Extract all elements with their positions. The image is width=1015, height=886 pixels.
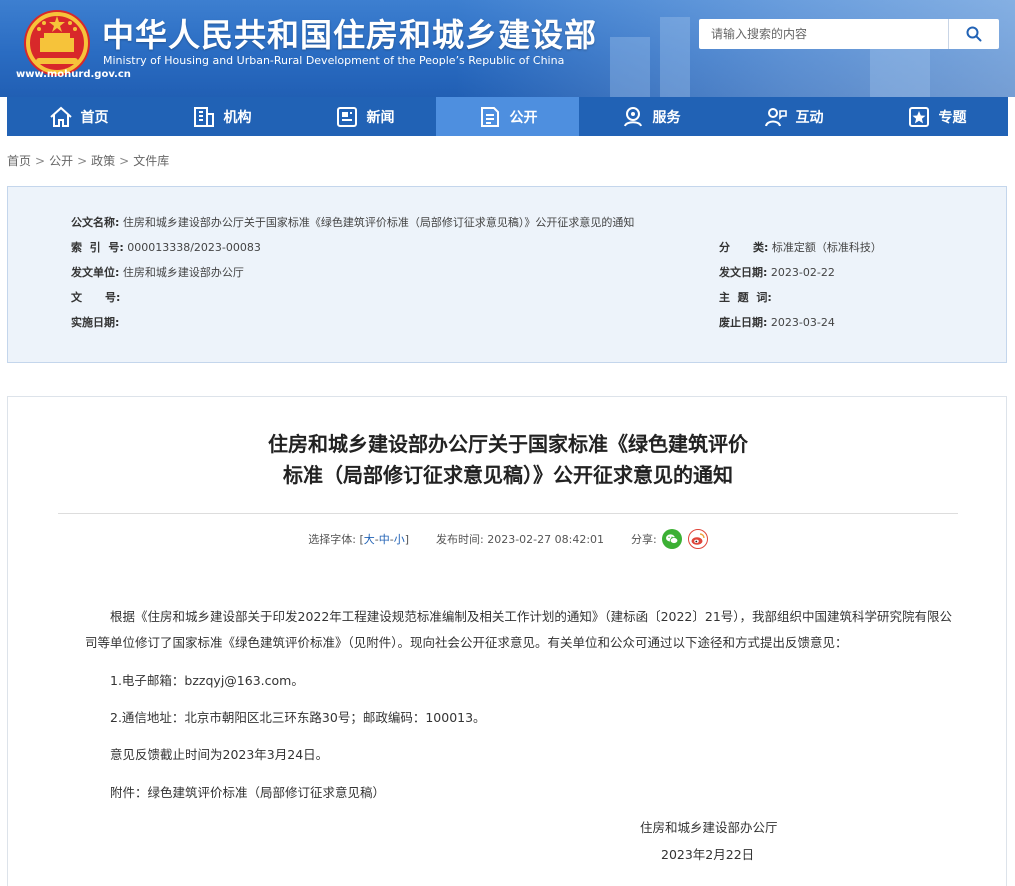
info-issuer: 发文单位: 住房和城乡建设部办公厅: [71, 264, 244, 280]
nav-item-news[interactable]: 新闻: [293, 97, 436, 136]
national-emblem-icon: [24, 10, 90, 76]
building-icon: [193, 106, 214, 127]
article-container: 住房和城乡建设部办公厅关于国家标准《绿色建筑评价 标准（局部修订征求意见稿）》公…: [7, 396, 1007, 886]
main-nav: 首页 机构 新闻 公开 服务 互动 专题: [7, 97, 1008, 136]
article-meta: 选择字体: [大-中-小] 发布时间: 2023-02-27 08:42:01 …: [8, 529, 1008, 550]
nav-item-topic[interactable]: 专题: [865, 97, 1008, 136]
nav-label: 新闻: [366, 109, 395, 126]
nav-item-home[interactable]: 首页: [7, 97, 150, 136]
info-doc-name: 公文名称: 住房和城乡建设部办公厅关于国家标准《绿色建筑评价标准（局部修订征求意…: [71, 214, 634, 230]
interaction-icon: [764, 107, 787, 126]
breadcrumb-separator: >: [35, 154, 46, 168]
contact-email: 1.电子邮箱：bzzqyj@163.com。: [110, 673, 304, 688]
contact-address: 2.通信地址：北京市朝阳区北三环东路30号；邮政编码：100013。: [110, 710, 486, 725]
nav-label: 首页: [80, 109, 109, 126]
weibo-icon: [691, 533, 705, 545]
publish-time-label: 发布时间:: [436, 533, 484, 546]
title-divider: [58, 513, 958, 514]
font-size-small-link[interactable]: 小: [394, 533, 405, 546]
info-label: 文 号:: [71, 291, 121, 304]
info-label: 废止日期:: [719, 316, 768, 329]
font-size-large-link[interactable]: 大: [364, 533, 375, 546]
breadcrumb-disclosure[interactable]: 公开: [49, 154, 73, 168]
nav-label: 机构: [223, 109, 252, 126]
nav-item-interaction[interactable]: 互动: [722, 97, 865, 136]
info-effective-date: 实施日期:: [71, 314, 119, 330]
breadcrumb-separator: >: [77, 154, 88, 168]
site-header: 中华人民共和国住房和城乡建设部 Ministry of Housing and …: [0, 0, 1015, 97]
font-size-selector: [大-中-小]: [359, 533, 412, 546]
info-expire-date: 废止日期: 2023-03-24: [719, 314, 835, 330]
document-info-box: 公文名称: 住房和城乡建设部办公厅关于国家标准《绿色建筑评价标准（局部修订征求意…: [7, 186, 1007, 363]
article-title-line: 标准（局部修订征求意见稿）》公开征求意见的通知: [283, 463, 733, 487]
publish-time: 2023-02-27 08:42:01: [487, 533, 605, 546]
building-decoration: [660, 17, 690, 97]
weibo-share-icon[interactable]: [687, 529, 708, 549]
breadcrumb-file-library[interactable]: 文件库: [133, 154, 169, 168]
signature: 住房和城乡建设部办公厅: [640, 820, 778, 835]
building-decoration: [870, 47, 930, 97]
search-input[interactable]: [699, 19, 947, 49]
site-title: 中华人民共和国住房和城乡建设部: [102, 16, 598, 54]
nav-item-organization[interactable]: 机构: [150, 97, 293, 136]
search-box: [699, 19, 999, 49]
breadcrumb-policy[interactable]: 政策: [91, 154, 115, 168]
article-title: 住房和城乡建设部办公厅关于国家标准《绿色建筑评价 标准（局部修订征求意见稿）》公…: [8, 429, 1008, 491]
search-icon: [966, 26, 982, 42]
nav-label: 专题: [938, 109, 967, 126]
info-category: 分 类: 标准定额（标准科技）: [719, 239, 882, 255]
nav-label: 互动: [795, 109, 824, 126]
sign-date: 2023年2月22日: [661, 847, 755, 862]
attachment-link[interactable]: 绿色建筑评价标准（局部修订征求意见稿）: [148, 785, 386, 800]
feedback-deadline: 意见反馈截止时间为2023年3月24日。: [110, 747, 329, 762]
home-icon: [49, 106, 72, 127]
paragraph-intro: 根据《住房和城乡建设部关于印发2022年工程建设规范标准编制及相关工作计划的通知…: [85, 609, 953, 650]
info-value: 标准定额（标准科技）: [771, 241, 882, 254]
topic-icon: [908, 106, 929, 127]
nav-label: 服务: [652, 109, 681, 126]
info-index: 索 引 号: 000013338/2023-00083: [71, 239, 261, 255]
share-label: 分享:: [631, 533, 657, 546]
font-size-label: 选择字体:: [308, 533, 356, 546]
building-decoration: [610, 37, 650, 97]
news-icon: [336, 106, 357, 127]
service-icon: [623, 106, 642, 126]
bracket: ]: [404, 533, 409, 546]
info-label: 索 引 号:: [71, 241, 124, 254]
site-url: www.mohurd.gov.cn: [16, 69, 131, 80]
wechat-share-icon[interactable]: [662, 529, 683, 549]
info-value: 2023-03-24: [770, 316, 835, 329]
attachment-line: 附件：绿色建筑评价标准（局部修订征求意见稿）: [85, 780, 955, 806]
info-label: 发文单位:: [71, 266, 120, 279]
breadcrumb-separator: >: [119, 154, 130, 168]
attachment-label: 附件：: [110, 785, 148, 800]
disclosure-icon: [480, 106, 499, 127]
info-value: 000013338/2023-00083: [127, 241, 261, 254]
info-value: 2023-02-22: [770, 266, 835, 279]
search-button[interactable]: [948, 19, 999, 49]
wechat-icon: [666, 534, 679, 544]
site-subtitle: Ministry of Housing and Urban-Rural Deve…: [103, 54, 565, 67]
info-label: 主 题 词:: [719, 291, 772, 304]
info-label: 发文日期:: [719, 266, 768, 279]
nav-item-disclosure[interactable]: 公开: [436, 97, 579, 136]
info-value: 住房和城乡建设部办公厅: [122, 266, 244, 279]
info-subject: 主 题 词:: [719, 289, 772, 305]
nav-label: 公开: [509, 109, 538, 126]
font-size-medium-link[interactable]: 中: [379, 533, 390, 546]
breadcrumb: 首页 > 公开 > 政策 > 文件库: [7, 152, 169, 169]
info-label: 实施日期:: [71, 316, 120, 329]
info-value: 住房和城乡建设部办公厅关于国家标准《绿色建筑评价标准（局部修订征求意见稿）》公开…: [122, 216, 635, 229]
info-label: 分 类:: [719, 241, 769, 254]
info-doc-number: 文 号:: [71, 289, 120, 305]
info-label: 公文名称:: [71, 216, 120, 229]
info-issue-date: 发文日期: 2023-02-22: [719, 264, 835, 280]
breadcrumb-home[interactable]: 首页: [7, 154, 31, 168]
nav-item-service[interactable]: 服务: [579, 97, 722, 136]
article-title-line: 住房和城乡建设部办公厅关于国家标准《绿色建筑评价: [268, 432, 748, 456]
